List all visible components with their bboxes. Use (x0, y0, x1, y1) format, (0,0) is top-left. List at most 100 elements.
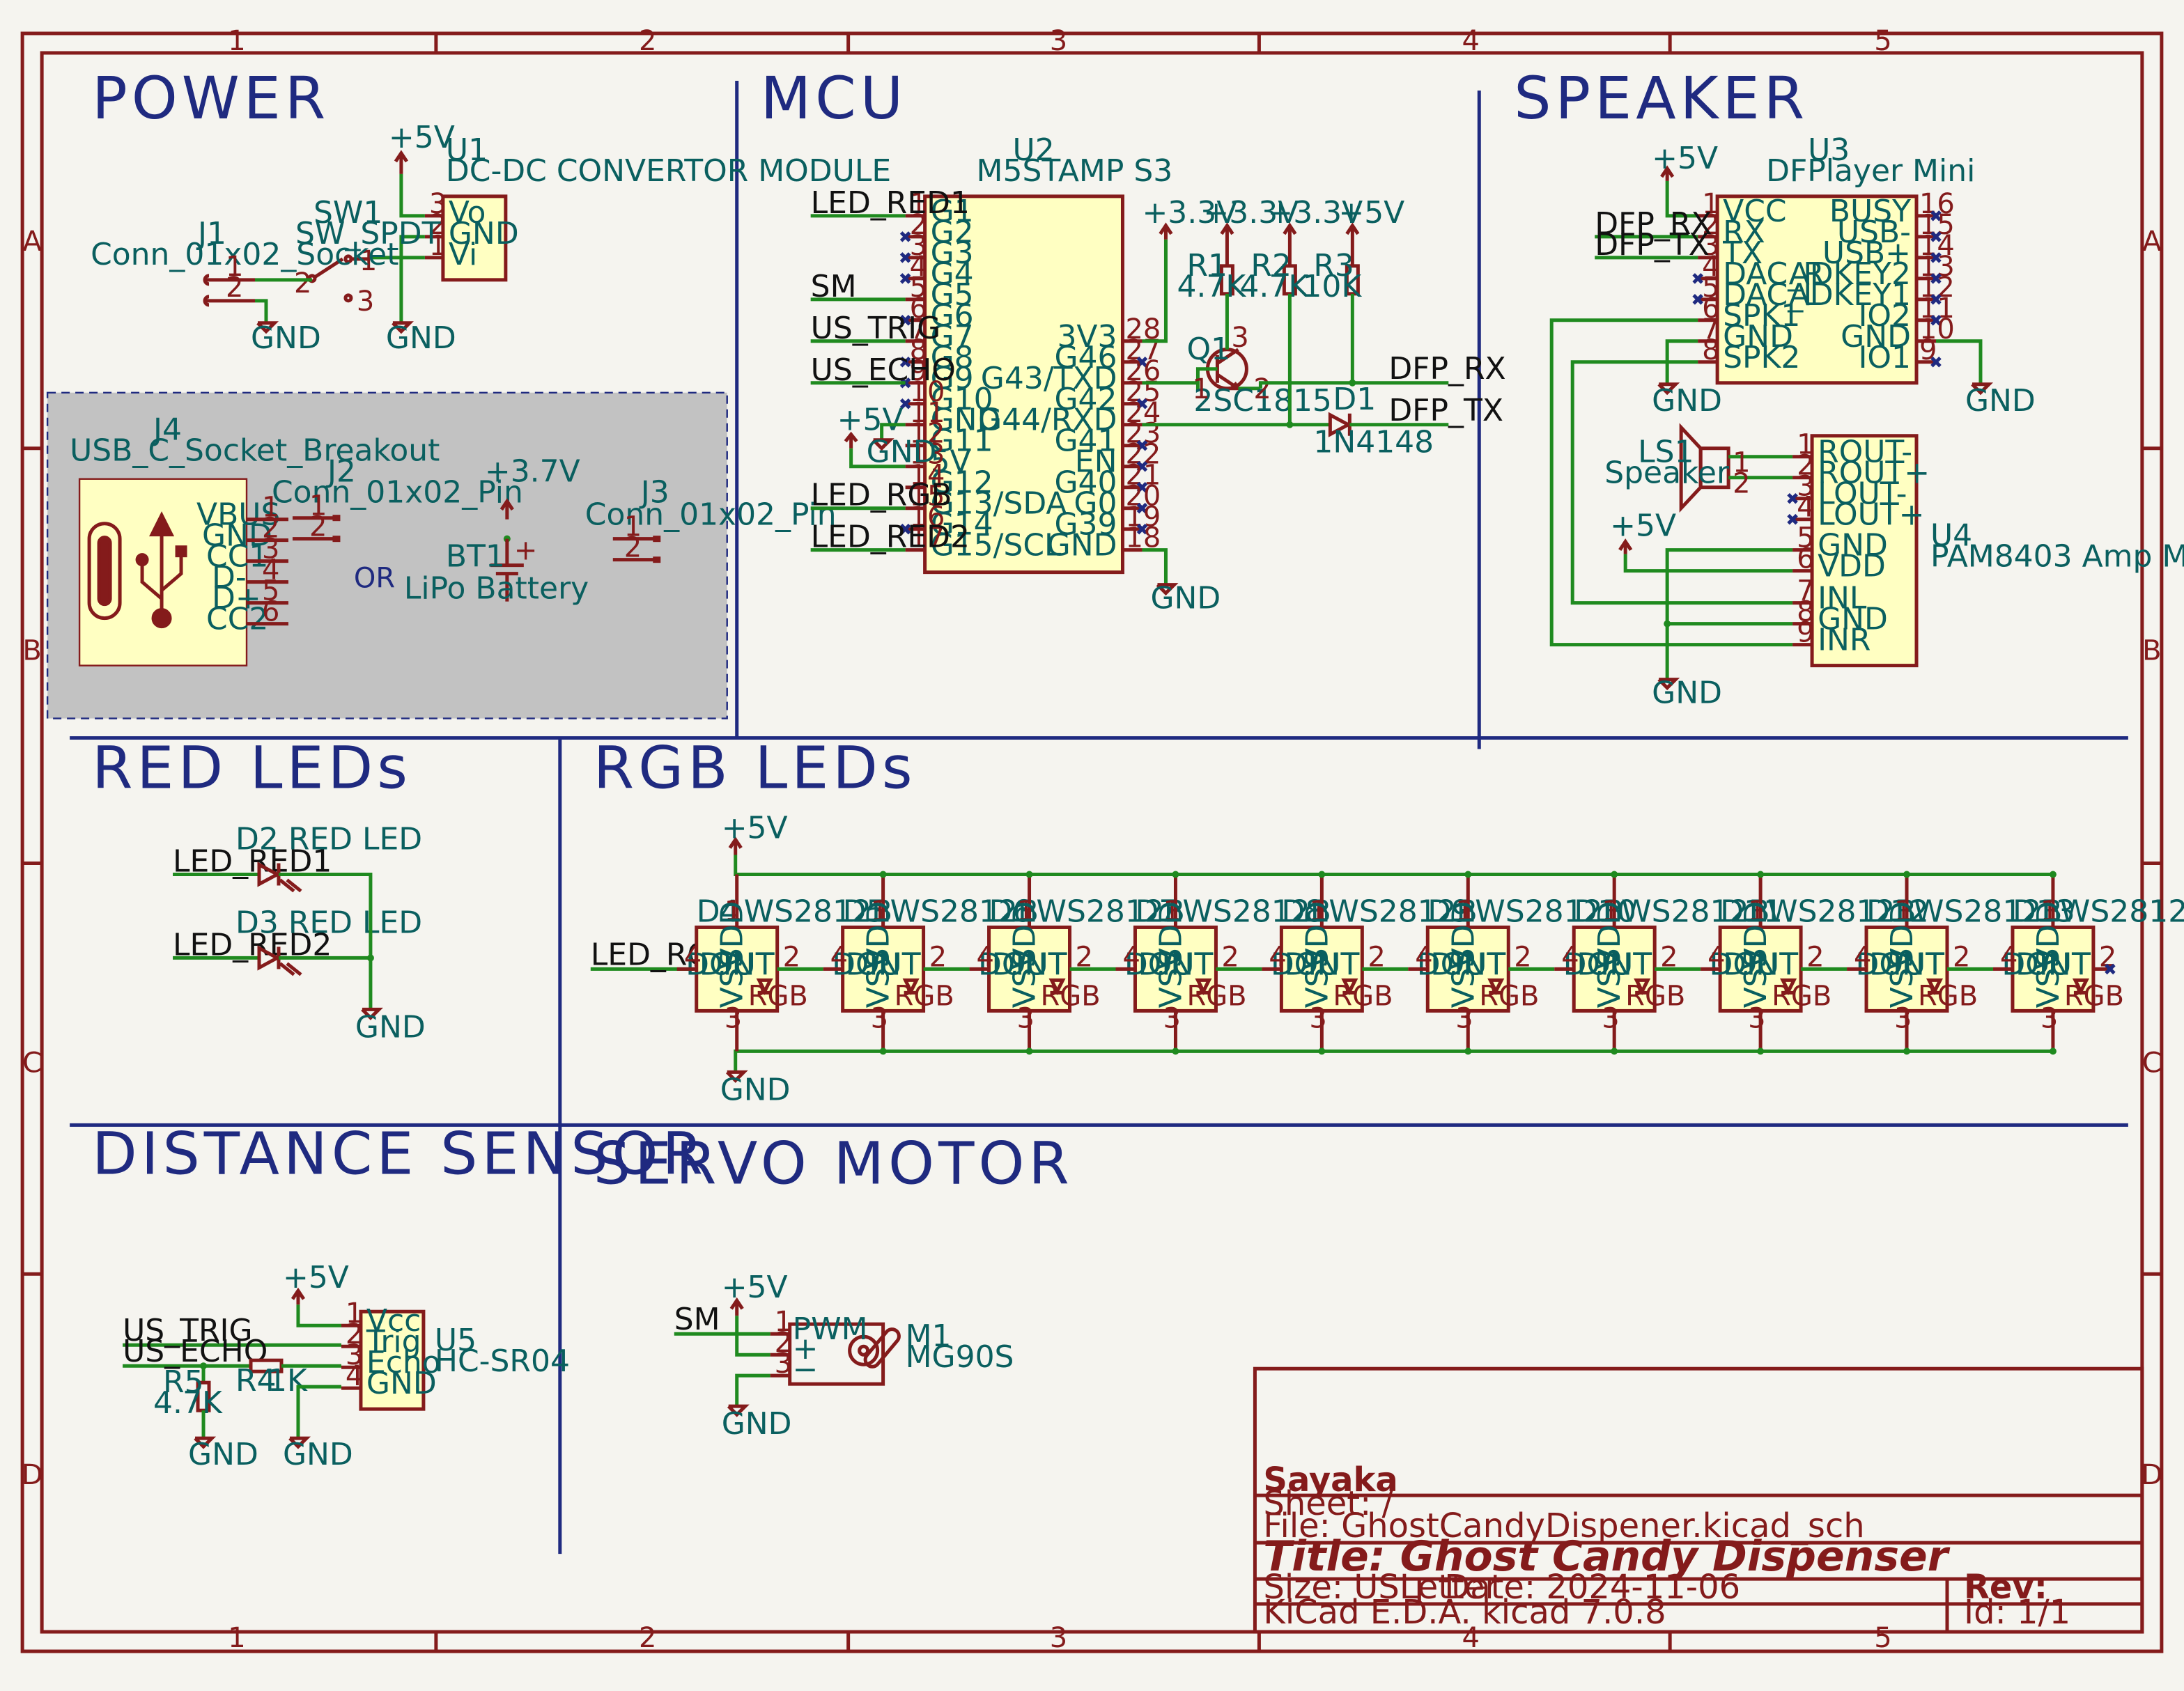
ws2812b-pin3-num: 3 (1894, 1002, 1912, 1034)
j3-pin-2: 2 (624, 532, 642, 564)
rgb-led-chain: D41 WS2812BVDDVSSDINDOUT4 23RGBD51 WS2812BV… (676, 855, 2184, 1073)
rgb-vss-junction (879, 1047, 887, 1055)
zone-col-5: 5 (1874, 25, 1891, 57)
u3-value: DFPlayer Mini (1766, 153, 1975, 189)
servo-5v-label: +5V (722, 1270, 788, 1305)
zone-row-b-right: B (2142, 635, 2161, 667)
ws2812b-pin3-num: 3 (1163, 1002, 1180, 1034)
power-gnd-label-u1: GND (386, 320, 456, 356)
power-gnd-symbol-u1: GND (386, 320, 456, 356)
zone-row-c-right: C (2142, 1047, 2162, 1079)
dist-gnd-symbol-u5: GND (283, 1436, 353, 1472)
red-leds-section: D2 RED LED D3 RED LED LED_RED1 LED_RED2 … (173, 821, 426, 1045)
q1-pin-2: 2 (1253, 373, 1271, 405)
power-gnd-symbol-j1: GND (251, 320, 321, 356)
net-label-led-red2: LED_RED2 (811, 520, 970, 555)
mcu-gnd-label-right: GND (1150, 581, 1221, 616)
u5-pins: Vcc1Trig2Echo3GND4 (341, 1298, 441, 1401)
rgb-vdd-junction (1025, 871, 1033, 878)
mcu-gnd-label-left: GND (867, 435, 937, 470)
u5-pin-name: GND (366, 1366, 437, 1401)
net-label-led-red1: LED_RED1 (811, 185, 970, 221)
u3-left-pin-name: SPK2 (1723, 340, 1800, 375)
zone-row-a: A (22, 226, 42, 258)
m1-num-3: 3 (775, 1348, 792, 1380)
rgb-gnd-label: GND (720, 1072, 791, 1107)
u5-pin-number: 4 (346, 1360, 363, 1392)
section-title-speaker: SPEAKER (1514, 64, 1809, 132)
ws2812b-rgb-mark: RGB (1625, 980, 1685, 1012)
section-title-rgb-leds: RGB LEDs (594, 734, 917, 802)
net-label-dfp-rx-mcu: DFP_RX (1388, 351, 1505, 387)
u4-pin-number: 6 (1797, 543, 1814, 575)
zone-row-d: D (22, 1459, 43, 1491)
q1-pin-1: 1 (1192, 373, 1209, 405)
mcu-5v-label: +5V (837, 403, 904, 438)
red-leds-gnd-symbol: GND (355, 1007, 426, 1045)
ws2812b-pin3-num: 3 (1748, 1002, 1765, 1034)
rgb-vss-junction (1172, 1047, 1179, 1055)
bt1-plus: + (514, 535, 538, 567)
u4-pin-name: VDD (1818, 549, 1886, 584)
net-label-dfp-tx-mcu: DFP_TX (1388, 393, 1503, 428)
rgb-vdd-junction (1903, 871, 1911, 878)
spk-5v-label-u4: +5V (1610, 508, 1676, 544)
spk-gnd-symbol-1: GND (1652, 382, 1722, 419)
u3-left-pin-number: 8 (1702, 334, 1719, 366)
rgb-5v-symbol: +5V (722, 811, 788, 855)
ws2812b-pin3-num: 3 (1309, 1002, 1326, 1034)
ws2812b-rgb-mark: RGB (1041, 980, 1101, 1012)
rgb-vdd-rail (734, 855, 2053, 876)
ws2812b-rgb-mark: RGB (1186, 980, 1246, 1012)
ws2812b-value: WS2812B (2060, 894, 2184, 929)
u5-value: HC-SR04 (435, 1343, 570, 1379)
rgb-vss-junction (1025, 1047, 1033, 1055)
ws2812b-pin3-num: 3 (725, 1002, 742, 1034)
rgb-5v-label: +5V (722, 811, 788, 846)
power-5v-symbol: +5V (389, 120, 455, 174)
u4-pin-number: 9 (1797, 617, 1814, 649)
ls1-value: Speaker (1604, 455, 1730, 491)
ws2812b-pin3-num: 3 (1602, 1002, 1619, 1034)
j4-value: USB_C_Socket_Breakout (70, 433, 440, 469)
u2-right-pin-name: GND (1047, 528, 1117, 563)
zone-col-3: 3 (1050, 25, 1067, 57)
q1-pin-3: 3 (1231, 322, 1248, 354)
power-5v-label: +5V (389, 120, 455, 155)
dist-gnd-label-r5: GND (188, 1437, 258, 1472)
j3-value: Conn_01x02_Pin (585, 497, 837, 533)
ws2812b-rgb-mark: RGB (1479, 980, 1539, 1012)
u3-right-pin-name: IO1 (1858, 340, 1911, 375)
dist-5v-symbol: +5V (283, 1260, 349, 1305)
bt1-ref: BT1 (446, 539, 505, 575)
ws2812b-rgb-mark: RGB (2064, 980, 2124, 1012)
mcu-5v-label-r3: +5V (1338, 195, 1404, 231)
r4-value: 1K (268, 1363, 308, 1398)
schematic-canvas: 1 2 3 4 5 1 2 3 4 5 A B C D A B C D POWE… (20, 25, 2184, 1654)
r5-value: 4.7K (153, 1385, 223, 1421)
ws2812b-pin3-num: 3 (2040, 1002, 2058, 1034)
r2-value: 4.7K (1239, 269, 1309, 304)
u4-value: PAM8403 Amp Module (1930, 539, 2184, 575)
r1-value: 4.7K (1177, 269, 1246, 304)
rgb-vss-junction (1464, 1047, 1472, 1055)
red-leds-gnd-label: GND (355, 1009, 426, 1045)
mcu-section: U2 M5STAMP S3 G11G22G33G44G55G66G77G88G9… (811, 132, 1506, 616)
u4-pin-number: 4 (1797, 492, 1814, 524)
m1-pin-minus: − (793, 1352, 819, 1387)
net-label-sm-servo: SM (674, 1302, 720, 1337)
ws2812b-rgb-mark: RGB (1918, 980, 1978, 1012)
spk-gnd-label-3: GND (1652, 676, 1722, 711)
spk-gnd-label-1: GND (1652, 383, 1722, 419)
rgb-vdd-junction (1172, 871, 1179, 878)
j1-pin-2: 2 (226, 272, 243, 304)
zone-row-c: C (22, 1047, 42, 1079)
mcu-gnd-symbol-right: GND (1150, 581, 1221, 616)
net-label-dfp-tx-spk: DFP_TX (1595, 227, 1710, 263)
j4-pin-cc2: CC2 (206, 602, 268, 637)
zone-col-2-bottom: 2 (639, 1622, 656, 1654)
u1-value: DC-DC CONVERTOR MODULE (446, 153, 891, 189)
j4-num-6: 6 (262, 596, 279, 628)
sw1-pin-3: 3 (357, 286, 374, 318)
tb-id: Id: 1/1 (1964, 1593, 2070, 1632)
